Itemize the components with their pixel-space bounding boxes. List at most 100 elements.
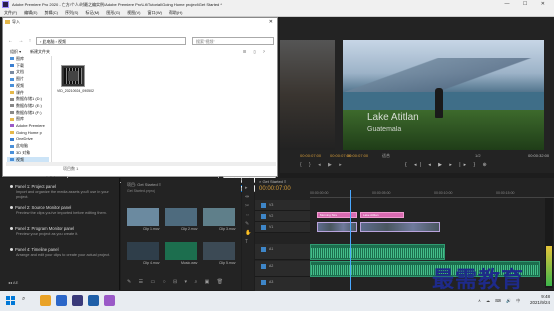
menu-item[interactable]: 帮助(H) (169, 10, 183, 15)
organize-button[interactable]: 组织 ▾ (10, 48, 21, 55)
nav-item-label: 此电脑 (16, 143, 28, 149)
learn-step-heading[interactable]: Panel 4: Timeline panel (10, 247, 59, 252)
taskbar-app-icon[interactable] (72, 295, 83, 306)
project-clip-thumbnail[interactable] (203, 208, 235, 226)
folder-icon (10, 137, 14, 141)
menu-item[interactable]: 视图(V) (127, 10, 140, 15)
nav-item[interactable]: 图片 (10, 76, 24, 82)
title-clip[interactable]: Morning Stre (317, 212, 357, 218)
project-panel-title[interactable]: 项目: Get Started ≡ (127, 182, 161, 188)
track-target-icon[interactable] (261, 202, 266, 208)
nav-item[interactable]: Going Home p (10, 130, 42, 136)
title-clip[interactable]: Lake Atitlan (360, 212, 404, 218)
track-target-icon[interactable] (261, 263, 266, 269)
program-transport-controls[interactable]: { ◂| ◂ ▶ ▸ |▸ } ⊕ (405, 162, 490, 168)
menu-item[interactable]: 文件(F) (4, 10, 17, 15)
nav-item-label: 数据存储3 (F:) (16, 109, 42, 115)
project-clip-thumbnail[interactable] (165, 208, 197, 226)
dialog-close-button[interactable]: ✕ (269, 18, 273, 26)
learn-step-heading[interactable]: Panel 3: Program Monitor panel (10, 226, 74, 231)
path-field[interactable]: › 此电脑 › 视频 (36, 37, 186, 45)
project-file-name: Get Started.prproj (127, 189, 155, 193)
taskbar-app-icon[interactable] (88, 295, 99, 306)
nav-item[interactable]: Adobe Premiere (10, 123, 45, 129)
folder-icon (10, 77, 14, 81)
playhead[interactable] (350, 190, 351, 290)
nav-item[interactable]: 视频 (10, 83, 24, 89)
sequence-tab[interactable]: × Get Started ≡ (259, 179, 286, 184)
nav-item-label: 视频 (16, 82, 24, 88)
menu-item[interactable]: 标记(M) (85, 10, 99, 15)
resolution-dropdown[interactable]: 1/2 (475, 153, 481, 158)
video-file-thumbnail[interactable] (61, 65, 85, 87)
learn-step-title: Panel 1: Project panel (15, 184, 56, 189)
track-header[interactable]: A1 (255, 244, 310, 260)
track-label: A3 (269, 280, 274, 284)
audio-clip[interactable] (310, 244, 445, 260)
search-icon[interactable]: ⌕ (22, 296, 25, 303)
learn-step-heading[interactable]: Panel 2: Source Monitor panel (10, 205, 71, 210)
nav-item-label: Going Home p (16, 129, 42, 135)
project-clip-thumbnail[interactable] (165, 242, 197, 260)
folder-icon (10, 124, 14, 128)
project-clip-thumbnail[interactable] (203, 242, 235, 260)
nav-item[interactable]: 数据存储1 (D:) (10, 96, 42, 102)
track-header[interactable]: V1 (255, 222, 310, 233)
learn-step-heading[interactable]: Panel 1: Project panel (10, 184, 56, 189)
folder-icon (10, 144, 14, 148)
start-button[interactable] (6, 296, 15, 305)
nav-item[interactable]: 文档 (10, 69, 24, 75)
search-input[interactable]: 搜索"视频" (192, 37, 274, 45)
video-clip[interactable] (317, 222, 357, 232)
program-timecode[interactable]: 00:00:07:00 (347, 153, 368, 158)
track-header[interactable]: A2 (255, 261, 310, 277)
track-target-icon[interactable] (261, 213, 266, 219)
nav-item[interactable]: 图库 (10, 116, 24, 122)
nav-item[interactable]: 此电脑 (10, 143, 28, 149)
file-name-label[interactable]: VID_20210924_090502 (57, 89, 94, 94)
menu-item[interactable]: 窗口(W) (147, 10, 161, 15)
nav-item[interactable]: 数据存储2 (E:) (10, 103, 42, 109)
video-title-text: Lake Atitlan (367, 112, 419, 123)
tool-icons[interactable]: ▸ ⇹ ✂ ⇔ ✎ ✋ T (245, 184, 251, 247)
source-transport-controls[interactable]: { } ◂ ▶ ▸ (300, 162, 345, 168)
taskbar-app-icon[interactable] (104, 295, 115, 306)
video-clip[interactable] (360, 222, 440, 232)
taskbar-app-icon[interactable] (40, 295, 51, 306)
project-clip-label: Clip 1.mov (143, 227, 160, 231)
nav-item[interactable]: 数据存储3 (F:) (10, 110, 42, 116)
track-label: V3 (269, 203, 274, 207)
project-clip-thumbnail[interactable] (127, 208, 159, 226)
nav-item[interactable]: 课件 (10, 90, 24, 96)
taskbar-app-icon[interactable] (56, 295, 67, 306)
track-header[interactable]: V2 (255, 211, 310, 222)
view-options-icons[interactable]: ☰ ▯ ? (243, 48, 268, 55)
nav-item[interactable]: OneDrive (10, 136, 33, 142)
menu-item[interactable]: 图形(G) (106, 10, 120, 15)
nav-arrows[interactable]: ← → ↑ (8, 37, 33, 45)
horizontal-scrollbar[interactable] (6, 162, 276, 166)
timeline-timecode[interactable]: 00:00:07:00 (259, 186, 291, 192)
track-header[interactable]: V3 (255, 200, 310, 211)
zoom-fit-dropdown[interactable]: 适合 (382, 153, 390, 159)
new-folder-button[interactable]: 新建文件夹 (30, 48, 50, 55)
track-target-icon[interactable] (261, 224, 266, 230)
menu-item[interactable]: 剪辑(C) (44, 10, 58, 15)
nav-item[interactable]: 下载 (10, 63, 24, 69)
learn-footer[interactable]: ◂◂ AE (0, 276, 120, 290)
nav-item[interactable]: 3D 对象 (10, 150, 30, 156)
bullet-icon (10, 248, 13, 252)
track-target-icon[interactable] (261, 279, 266, 285)
menu-item[interactable]: 序列(S) (65, 10, 78, 15)
menu-item[interactable]: 编辑(E) (24, 10, 37, 15)
address-bar: ← → ↑ › 此电脑 › 视频 搜索"视频" (6, 37, 276, 45)
clock[interactable]: 9:48 2021/9/24 (516, 294, 550, 306)
project-footer-toolbar[interactable]: ✎ ☰ ▭ ○ ⊟ ▾ ⌕ ▣ 🗑 (121, 276, 241, 288)
track-target-icon[interactable] (261, 246, 266, 252)
nav-item[interactable]: 图库 (10, 56, 24, 62)
project-clip-thumbnail[interactable] (127, 242, 159, 260)
time-ruler[interactable]: 00:00:00:00 00:00:05:00 00:00:10:00 00:00:1… (310, 190, 554, 198)
source-timecode[interactable]: 00:00:07:00 (300, 153, 321, 158)
folder-icon (10, 57, 14, 61)
window-controls[interactable]: — ☐ ✕ (505, 0, 551, 9)
